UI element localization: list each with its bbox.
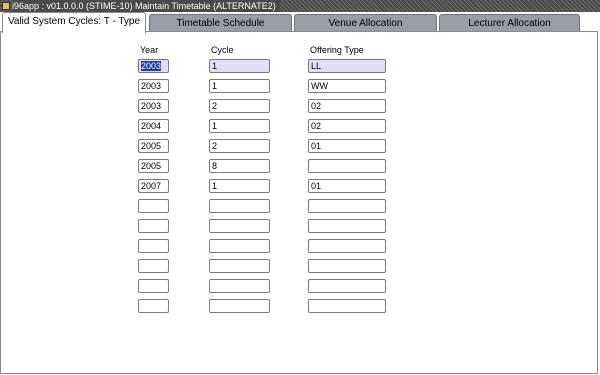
year-field-value: 2005	[141, 141, 162, 151]
cycle-field-value: 1	[212, 61, 218, 71]
year-field[interactable]: 2003	[138, 99, 169, 113]
offering-type-field[interactable]	[308, 199, 386, 213]
year-field[interactable]	[138, 279, 169, 293]
cycle-field[interactable]	[209, 279, 270, 293]
cycle-field-value: 1	[212, 81, 218, 91]
year-field-value: 2005	[141, 161, 162, 171]
offering-type-field[interactable]	[308, 279, 386, 293]
year-field[interactable]: 2005	[138, 159, 169, 173]
offering-type-field[interactable]	[308, 159, 386, 173]
tab-content-panel	[0, 31, 598, 374]
cycle-field-value: 1	[212, 181, 218, 191]
cycle-field[interactable]: 1	[209, 59, 270, 73]
offering-type-field[interactable]	[308, 299, 386, 313]
year-field[interactable]	[138, 219, 169, 233]
year-field-value: 2003	[141, 61, 162, 71]
year-field[interactable]: 2003	[138, 79, 169, 93]
cycle-field-value: 2	[212, 101, 218, 111]
cycle-field[interactable]	[209, 299, 270, 313]
cycle-field[interactable]: 8	[209, 159, 270, 173]
offering-type-field-value: 01	[311, 181, 322, 191]
offering-type-field[interactable]	[308, 239, 386, 253]
offering-type-column-header: Offering Type	[310, 45, 364, 55]
tab-bar: Valid System Cycles: T - Type Timetable …	[0, 12, 600, 33]
offering-type-field-value: 02	[311, 121, 322, 131]
cycle-field[interactable]	[209, 199, 270, 213]
offering-type-field[interactable]: LL	[308, 59, 386, 73]
cycle-field[interactable]: 1	[209, 179, 270, 193]
offering-type-field[interactable]: 02	[308, 99, 386, 113]
app-icon	[2, 2, 10, 10]
cycle-field-value: 1	[212, 121, 218, 131]
year-field[interactable]	[138, 239, 169, 253]
year-field[interactable]	[138, 299, 169, 313]
offering-type-field-value: 01	[311, 141, 322, 151]
offering-type-field[interactable]: 01	[308, 139, 386, 153]
cycle-field[interactable]	[209, 219, 270, 233]
cycle-field[interactable]	[209, 239, 270, 253]
offering-type-field-value: 02	[311, 101, 322, 111]
tab-venue-allocation[interactable]: Venue Allocation	[294, 14, 437, 32]
year-field[interactable]: 2007	[138, 179, 169, 193]
offering-type-field[interactable]	[308, 219, 386, 233]
year-field[interactable]: 2004	[138, 119, 169, 133]
cycle-field-value: 2	[212, 141, 218, 151]
year-field-value: 2003	[141, 81, 162, 91]
year-field[interactable]: 2005	[138, 139, 169, 153]
offering-type-field[interactable]	[308, 259, 386, 273]
cycle-field[interactable]: 1	[209, 79, 270, 93]
tab-lecturer-allocation[interactable]: Lecturer Allocation	[439, 14, 580, 32]
window-titlebar: i96app : v01.0.0.0 (STIME-10) Maintain T…	[0, 0, 600, 12]
cycle-field[interactable]	[209, 259, 270, 273]
year-field[interactable]: 2003	[138, 59, 169, 73]
year-field-value: 2004	[141, 121, 162, 131]
year-field[interactable]	[138, 199, 169, 213]
offering-type-field[interactable]: 02	[308, 119, 386, 133]
cycle-field[interactable]: 2	[209, 99, 270, 113]
window-title: i96app : v01.0.0.0 (STIME-10) Maintain T…	[12, 0, 280, 12]
offering-type-field-value: WW	[311, 81, 328, 91]
cycle-column-header: Cycle	[211, 45, 234, 55]
cycle-field[interactable]: 1	[209, 119, 270, 133]
offering-type-field[interactable]: 01	[308, 179, 386, 193]
offering-type-field-value: LL	[311, 61, 322, 71]
year-field[interactable]	[138, 259, 169, 273]
year-column-header: Year	[140, 45, 159, 55]
cycle-field[interactable]: 2	[209, 139, 270, 153]
cycle-field-value: 8	[212, 161, 218, 171]
year-field-value: 2007	[141, 181, 162, 191]
year-field-value: 2003	[141, 101, 162, 111]
tab-timetable-schedule[interactable]: Timetable Schedule	[149, 14, 292, 32]
offering-type-field[interactable]: WW	[308, 79, 386, 93]
tab-valid-system-cycles[interactable]: Valid System Cycles: T - Type	[2, 12, 146, 33]
